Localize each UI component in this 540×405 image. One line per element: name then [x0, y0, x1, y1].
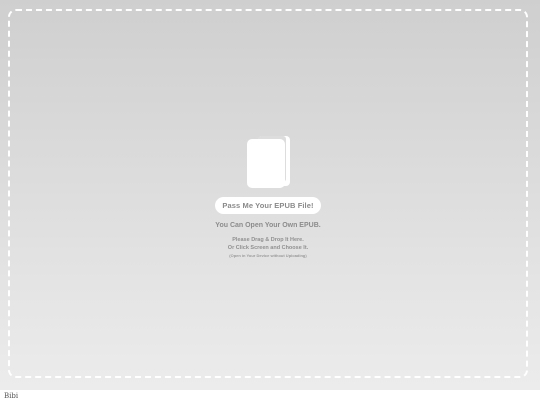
pass-file-pill[interactable]: Pass Me Your EPUB File!	[215, 197, 321, 214]
epub-drop-zone[interactable]: Pass Me Your EPUB File! You Can Open You…	[8, 9, 528, 378]
drop-zone-message: Pass Me Your EPUB File! You Can Open You…	[10, 134, 526, 258]
book-icon	[244, 134, 292, 190]
viewer-background[interactable]: Pass Me Your EPUB File! You Can Open You…	[0, 0, 540, 390]
open-epub-headline: You Can Open Your Own EPUB.	[215, 222, 321, 229]
footer-label: Bibi	[4, 392, 19, 400]
drag-drop-instruction: Please Drag & Drop It Here.	[232, 237, 304, 243]
no-upload-note: (Open in Your Device without Uploading)	[229, 253, 307, 258]
click-choose-instruction: Or Click Screen and Choose It.	[227, 245, 309, 251]
